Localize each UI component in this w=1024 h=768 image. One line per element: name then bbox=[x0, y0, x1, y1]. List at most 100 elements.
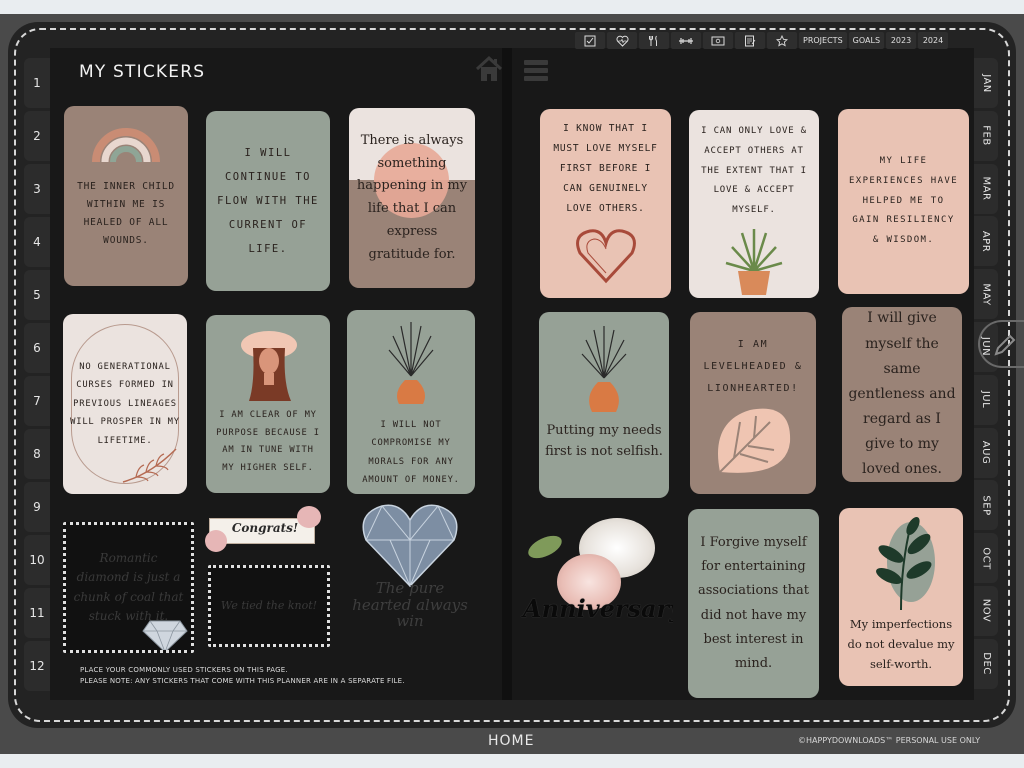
star-icon[interactable] bbox=[767, 32, 797, 49]
crystal-heart-icon bbox=[362, 504, 458, 588]
sticker-needs-first[interactable]: Putting my needs first is not selfish. bbox=[539, 312, 669, 498]
number-tab-2[interactable]: 2 bbox=[24, 111, 50, 161]
sticker-pure-hearted[interactable]: The pure hearted always win bbox=[340, 500, 480, 650]
month-label: AUG bbox=[980, 440, 992, 465]
money-icon[interactable] bbox=[703, 32, 733, 49]
number-tab-3[interactable]: 3 bbox=[24, 164, 50, 214]
month-label: JAN bbox=[980, 73, 992, 93]
month-tab-aug[interactable]: AUG bbox=[974, 427, 998, 478]
sticker-imperfections[interactable]: My imperfections do not devalue my self-… bbox=[839, 508, 963, 686]
number-tab-5[interactable]: 5 bbox=[24, 270, 50, 320]
sticker-love-accept[interactable]: I CAN ONLY LOVE & ACCEPT OTHERS AT THE E… bbox=[689, 110, 819, 298]
sticker-flow-current[interactable]: I WILL CONTINUE TO FLOW WITH THE CURRENT… bbox=[206, 111, 330, 291]
month-tab-may[interactable]: MAY bbox=[974, 269, 998, 320]
sticker-text: Congrats! bbox=[231, 521, 299, 536]
pen-icon bbox=[994, 334, 1016, 356]
vase-palm-icon bbox=[581, 326, 627, 412]
number-tab-11[interactable]: 11 bbox=[24, 588, 50, 638]
vase-palm-icon bbox=[388, 322, 434, 404]
month-tab-jul[interactable]: JUL bbox=[974, 374, 998, 425]
sticker-forgive[interactable]: I Forgive myself for entertaining associ… bbox=[688, 509, 819, 698]
number-tab-7[interactable]: 7 bbox=[24, 376, 50, 426]
month-label: FEB bbox=[980, 125, 992, 147]
number-tab-6[interactable]: 6 bbox=[24, 323, 50, 373]
sticker-generational[interactable]: NO GENERATIONAL CURSES FORMED IN PREVIOU… bbox=[63, 314, 187, 494]
page-title: MY STICKERS bbox=[79, 62, 206, 82]
sticker-clear-purpose[interactable]: I AM CLEAR OF MY PURPOSE BECAUSE I AM IN… bbox=[206, 315, 330, 493]
sticker-text: I WILL CONTINUE TO FLOW WITH THE CURRENT… bbox=[217, 146, 319, 256]
sticker-text: I KNOW THAT I MUST LOVE MYSELF FIRST BEF… bbox=[553, 123, 658, 214]
sticker-gratitude[interactable]: There is always something happening in m… bbox=[349, 108, 475, 288]
sticker-love-myself-first[interactable]: I KNOW THAT I MUST LOVE MYSELF FIRST BEF… bbox=[540, 109, 671, 298]
number-tab-12[interactable]: 12 bbox=[24, 641, 50, 691]
month-tab-oct[interactable]: OCT bbox=[974, 533, 998, 584]
leaf-plant-icon bbox=[876, 516, 935, 611]
month-tab-nov[interactable]: NOV bbox=[974, 585, 998, 636]
checklist-icon[interactable] bbox=[575, 32, 605, 49]
year-2024-tab[interactable]: 2024 bbox=[918, 32, 949, 49]
sticker-text: There is always something happening in m… bbox=[356, 132, 468, 262]
notes-icon[interactable] bbox=[735, 32, 765, 49]
sticker-congrats[interactable]: Congrats! bbox=[205, 506, 325, 552]
sticker-text: I will give myself the same gentleness a… bbox=[848, 310, 956, 478]
number-tab-8[interactable]: 8 bbox=[24, 429, 50, 479]
month-tab-apr[interactable]: APR bbox=[974, 216, 998, 267]
dumbbell-icon[interactable] bbox=[671, 32, 701, 49]
heart-icon bbox=[575, 228, 636, 283]
note-line-2: PLEASE NOTE: ANY STICKERS THAT COME WITH… bbox=[80, 676, 405, 685]
sticker-text: My imperfections do not devalue my self-… bbox=[847, 617, 955, 672]
sticker-anniversary[interactable]: Anniversary bbox=[517, 516, 673, 640]
sticker-text: Anniversary bbox=[523, 594, 673, 623]
month-tabs: JAN FEB MAR APR MAY JUN JUL AUG SEP OCT … bbox=[974, 58, 998, 692]
month-tab-sep[interactable]: SEP bbox=[974, 480, 998, 531]
sticker-text: We tied the knot! bbox=[220, 599, 318, 613]
rainbow-icon bbox=[92, 128, 160, 163]
number-tab-1[interactable]: 1 bbox=[24, 58, 50, 108]
month-tab-jan[interactable]: JAN bbox=[974, 58, 998, 108]
menu-icon[interactable] bbox=[523, 57, 549, 83]
month-tab-mar[interactable]: MAR bbox=[974, 163, 998, 214]
page-note: PLACE YOUR COMMONLY USED STICKERS ON THI… bbox=[80, 665, 405, 686]
sticker-text: I Forgive myself for entertaining associ… bbox=[697, 535, 810, 671]
leaf-branch-icon bbox=[122, 448, 177, 483]
sticker-text: I WILL NOT COMPROMISE MY MORALS FOR ANY … bbox=[362, 420, 460, 486]
sticker-gentleness[interactable]: I will give myself the same gentleness a… bbox=[842, 307, 962, 482]
sticker-morals[interactable]: I WILL NOT COMPROMISE MY MORALS FOR ANY … bbox=[347, 310, 475, 494]
projects-tab[interactable]: PROJECTS bbox=[799, 32, 847, 49]
sticker-diamond-quote[interactable]: Romantic diamond is just a chunk of coal… bbox=[63, 522, 194, 653]
sticker-inner-child[interactable]: THE INNER CHILD WITHIN ME IS HEALED OF A… bbox=[64, 106, 188, 286]
sticker-text: MY LIFE EXPERIENCES HAVE HELPED ME TO GA… bbox=[848, 156, 959, 246]
month-label: SEP bbox=[980, 495, 992, 516]
goals-tab[interactable]: GOALS bbox=[848, 32, 885, 49]
heart-pulse-icon[interactable] bbox=[607, 32, 637, 49]
sticker-text: I AM LEVELHEADED & LIONHEARTED! bbox=[703, 339, 803, 394]
number-tab-9[interactable]: 9 bbox=[24, 482, 50, 532]
month-label: MAY bbox=[980, 283, 992, 306]
month-tab-dec[interactable]: DEC bbox=[974, 638, 998, 689]
sticker-tied-knot[interactable]: We tied the knot! bbox=[208, 565, 330, 647]
spine bbox=[502, 48, 512, 700]
number-tab-10[interactable]: 10 bbox=[24, 535, 50, 585]
woman-hat-icon bbox=[241, 331, 297, 401]
note-line-1: PLACE YOUR COMMONLY USED STICKERS ON THI… bbox=[80, 666, 288, 674]
month-label: APR bbox=[980, 230, 992, 253]
sticker-resiliency[interactable]: MY LIFE EXPERIENCES HAVE HELPED ME TO GA… bbox=[838, 109, 969, 294]
month-label: NOV bbox=[980, 599, 992, 623]
edit-pen-button[interactable] bbox=[978, 320, 1024, 368]
flower-cluster bbox=[297, 506, 321, 528]
top-nav-bar: PROJECTS GOALS 2023 2024 bbox=[575, 32, 949, 49]
month-tab-feb[interactable]: FEB bbox=[974, 110, 998, 161]
home-link[interactable]: HOME bbox=[488, 733, 534, 749]
home-icon[interactable] bbox=[474, 55, 504, 83]
year-2023-tab[interactable]: 2023 bbox=[886, 32, 917, 49]
sticker-text: NO GENERATIONAL CURSES FORMED IN PREVIOU… bbox=[70, 361, 180, 446]
sticker-text: Romantic diamond is just a chunk of coal… bbox=[73, 551, 184, 623]
sticker-text: I CAN ONLY LOVE & ACCEPT OTHERS AT THE E… bbox=[701, 126, 807, 216]
sticker-text: Putting my needs first is not selfish. bbox=[545, 423, 663, 460]
utensils-icon[interactable] bbox=[639, 32, 669, 49]
month-label: JUL bbox=[980, 391, 992, 409]
month-label: MAR bbox=[980, 176, 992, 201]
number-tab-4[interactable]: 4 bbox=[24, 217, 50, 267]
sticker-levelheaded[interactable]: I AM LEVELHEADED & LIONHEARTED! bbox=[690, 312, 816, 494]
monstera-leaf-icon bbox=[718, 408, 791, 473]
